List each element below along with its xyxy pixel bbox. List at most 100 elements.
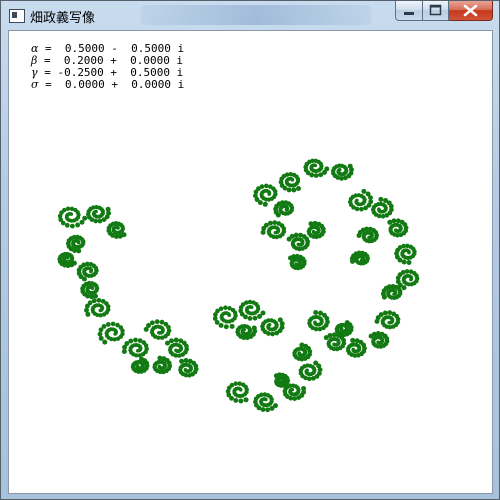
fractal-dot xyxy=(339,326,344,331)
fractal-dot xyxy=(133,337,138,343)
maximize-button[interactable] xyxy=(423,1,449,21)
fractal-cluster xyxy=(152,355,173,375)
fractal-dot xyxy=(97,331,103,337)
fractal-dot xyxy=(291,187,297,193)
fractal-dot xyxy=(97,218,103,224)
minimize-button[interactable] xyxy=(395,1,423,21)
fractal-dot xyxy=(101,217,107,223)
fractal-dot xyxy=(311,375,316,381)
fractal-dot xyxy=(264,183,269,189)
fractal-dot xyxy=(338,168,342,172)
fractal-dot xyxy=(407,250,411,255)
fractal-cluster xyxy=(238,299,266,321)
app-icon[interactable] xyxy=(9,9,25,23)
fractal-dot xyxy=(350,337,356,343)
close-button[interactable] xyxy=(449,1,493,21)
fractal-dot xyxy=(363,205,368,211)
fractal-cluster xyxy=(130,356,150,374)
fractal-cluster xyxy=(76,261,99,282)
title-bar[interactable]: 畑政義写像 xyxy=(1,1,499,29)
fractal-dot xyxy=(242,328,246,332)
caption-buttons xyxy=(395,1,493,21)
fractal-dot xyxy=(327,333,333,338)
fractal-dot xyxy=(247,315,253,321)
fractal-cluster xyxy=(260,220,287,240)
title-bar-glass xyxy=(141,5,371,25)
fractal-dot xyxy=(157,364,162,369)
fractal-dot xyxy=(249,305,254,310)
fractal-dot xyxy=(359,206,364,212)
fractal-dot xyxy=(274,330,280,336)
fractal-dot xyxy=(69,223,75,229)
fractal-dot xyxy=(351,347,355,352)
fractal-dot xyxy=(292,396,298,401)
close-icon xyxy=(463,4,478,17)
fractal-dot xyxy=(227,313,231,317)
fractal-dot xyxy=(223,305,228,310)
fractal-dot xyxy=(313,310,319,315)
fractal-dot xyxy=(135,348,140,353)
fractal-cluster xyxy=(303,158,330,179)
fractal-dot xyxy=(243,397,249,403)
fractal-dot xyxy=(296,242,301,247)
fractal-cluster xyxy=(288,253,307,271)
fractal-dot xyxy=(229,323,235,329)
fractal-dot xyxy=(257,313,263,319)
fractal-dot xyxy=(293,232,299,238)
hata-map-fractal xyxy=(57,158,420,413)
fractal-dot xyxy=(183,368,188,372)
fractal-dot xyxy=(404,269,410,274)
fractal-cluster xyxy=(260,317,285,337)
fractal-cluster xyxy=(165,337,190,358)
fractal-dot xyxy=(382,310,388,316)
fractal-cluster xyxy=(57,206,88,229)
fractal-dot xyxy=(267,192,271,196)
fractal-cluster xyxy=(121,337,149,358)
fractal-dot xyxy=(233,381,238,386)
fractal-dot xyxy=(66,256,70,260)
fractal-cluster xyxy=(143,319,172,340)
fractal-dot xyxy=(65,206,71,211)
fractal-cluster xyxy=(356,226,380,244)
fractal-dot xyxy=(267,220,273,226)
fractal-dot xyxy=(387,320,391,325)
fractal-dot xyxy=(113,332,117,336)
fractal-dot xyxy=(223,324,229,330)
fractal-dot xyxy=(392,292,396,296)
window-title: 畑政義写像 xyxy=(30,11,96,26)
fractal-dot xyxy=(110,321,116,327)
fractal-dot xyxy=(259,184,265,189)
fractal-dot xyxy=(332,342,336,347)
fractal-cluster xyxy=(292,342,313,362)
minimize-icon xyxy=(404,12,414,15)
fractal-dot xyxy=(284,208,289,212)
fractal-dot xyxy=(262,201,268,207)
fractal-dot xyxy=(272,220,278,225)
fractal-dot xyxy=(64,222,70,228)
fractal-dot xyxy=(154,319,160,325)
fractal-cluster xyxy=(65,234,86,254)
fractal-dot xyxy=(239,388,243,392)
fractal-dot xyxy=(149,320,155,326)
fractal-dot xyxy=(311,229,316,234)
fractal-dot xyxy=(391,218,397,224)
fractal-dot xyxy=(135,363,140,368)
fractal-cluster xyxy=(298,360,323,382)
fractal-dot xyxy=(305,368,309,372)
canvas-area[interactable]: α = 0.5000 - 0.5000 i β = 0.2000 + 0.000… xyxy=(8,30,493,494)
fractal-cluster xyxy=(273,200,295,218)
fractal-dot xyxy=(400,270,406,275)
fractal-dot xyxy=(296,186,301,191)
fractal-dot xyxy=(367,235,371,240)
fractal-dot xyxy=(94,209,98,214)
fractal-cluster xyxy=(347,188,374,212)
fractal-dot xyxy=(105,322,111,327)
fractal-dot xyxy=(313,163,318,168)
fractal-dot xyxy=(169,338,174,344)
fractal-dot xyxy=(377,207,381,211)
fractal-dot xyxy=(102,339,108,345)
fractal-cluster xyxy=(178,358,199,378)
fractal-dot xyxy=(313,320,317,325)
fractal-dot xyxy=(294,262,298,266)
fractal-dot xyxy=(183,358,189,363)
